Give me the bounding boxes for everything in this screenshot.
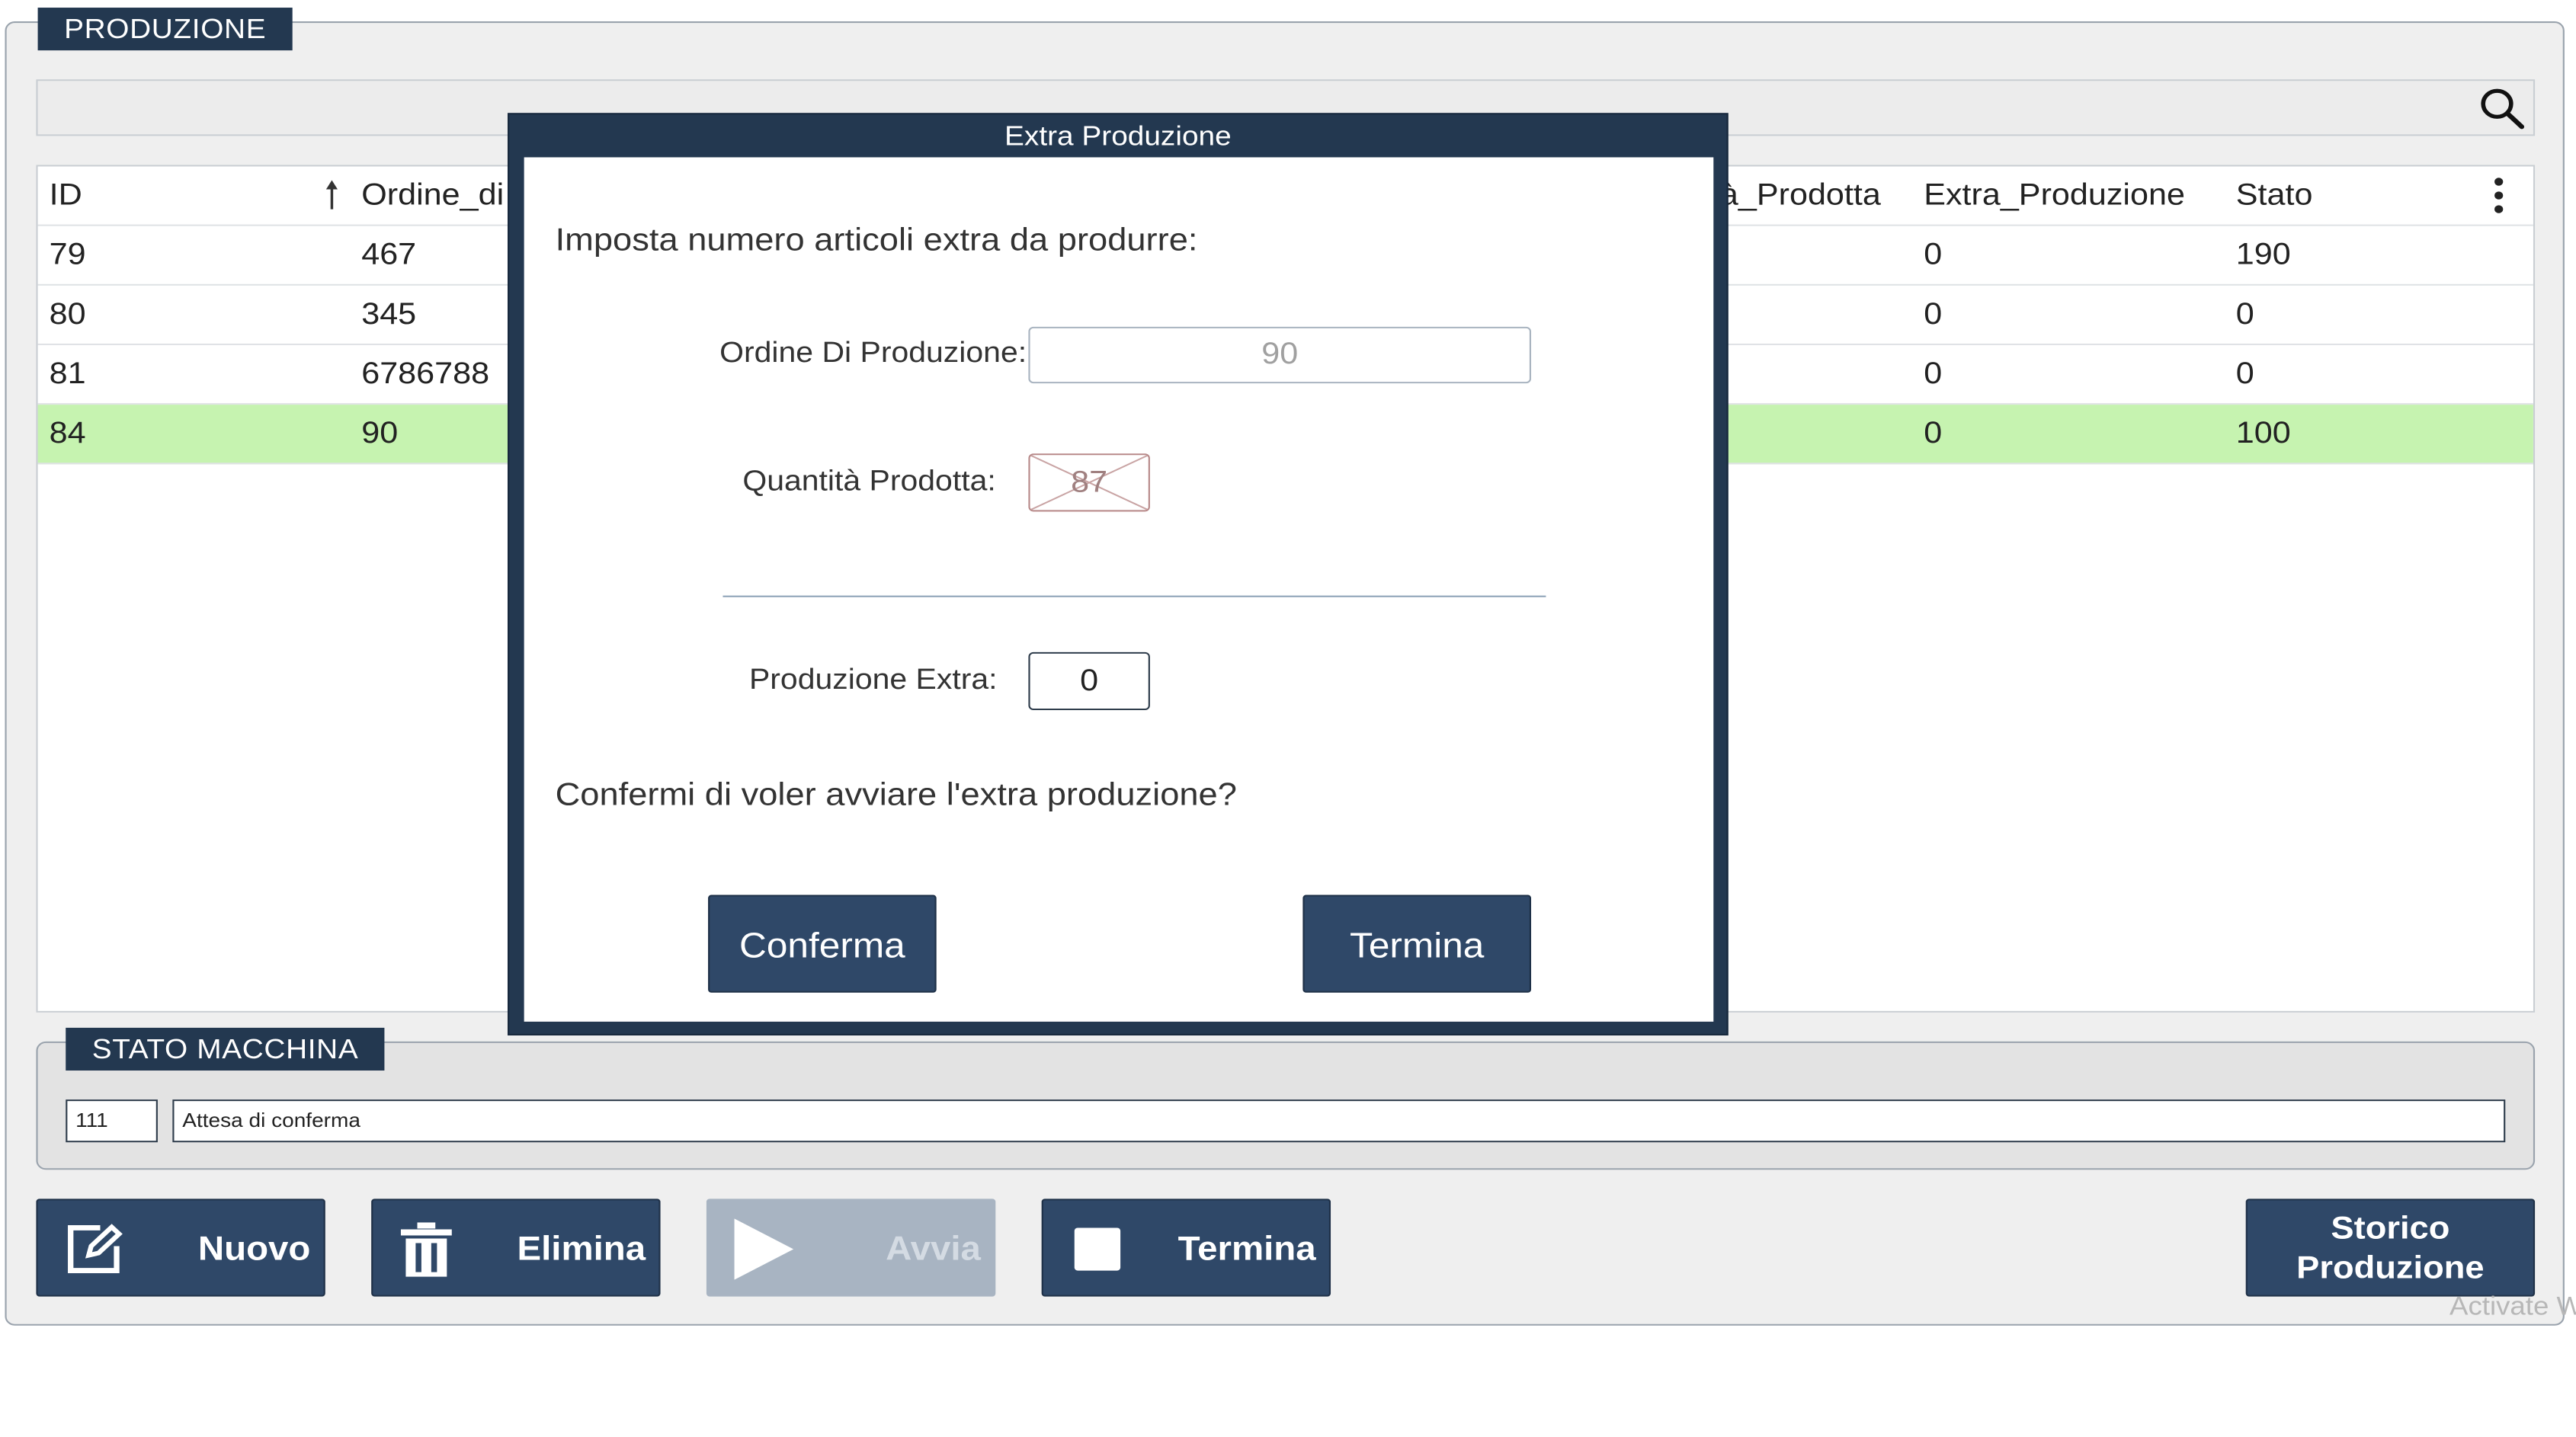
new-button[interactable]: Nuovo bbox=[36, 1199, 325, 1297]
machine-state-code: 111 bbox=[66, 1099, 158, 1143]
column-header-quantita-prodotta[interactable]: à_Prodotta bbox=[1720, 166, 1881, 224]
cell-ordine: 6786788 bbox=[361, 357, 490, 392]
cancel-button[interactable]: Termina bbox=[1302, 895, 1532, 993]
cell-extra: 0 bbox=[1924, 238, 1943, 272]
app-window: PRODUZIONE ID Ordine_di à_Prodotta Extra… bbox=[0, 0, 2576, 1437]
quantity-label: Quantità Prodotta: bbox=[742, 466, 996, 498]
confirm-button[interactable]: Conferma bbox=[708, 895, 937, 993]
history-button-label-line1: Storico bbox=[2331, 1211, 2450, 1247]
play-icon bbox=[734, 1218, 794, 1280]
start-button-label: Avvia bbox=[886, 1229, 981, 1268]
machine-state-description: Attesa di conferma bbox=[172, 1099, 2506, 1143]
column-header-ordine[interactable]: Ordine_di bbox=[361, 166, 504, 224]
cell-id: 84 bbox=[49, 417, 86, 451]
history-button[interactable]: Storico Produzione bbox=[2245, 1199, 2536, 1297]
extra-production-input[interactable]: 0 bbox=[1028, 651, 1150, 710]
search-icon[interactable] bbox=[2478, 85, 2527, 131]
activation-watermark: Activate W bbox=[2449, 1291, 2576, 1321]
stop-icon bbox=[1074, 1227, 1121, 1271]
stop-button[interactable]: Termina bbox=[1041, 1199, 1331, 1297]
cell-stato: 0 bbox=[2235, 297, 2254, 331]
order-field[interactable]: 90 bbox=[1028, 326, 1532, 384]
cell-extra: 0 bbox=[1924, 297, 1943, 331]
more-options-icon[interactable] bbox=[2489, 175, 2509, 215]
sort-ascending-icon[interactable] bbox=[324, 179, 341, 213]
cell-id: 81 bbox=[49, 357, 86, 392]
cell-stato: 0 bbox=[2235, 357, 2254, 392]
extra-production-label: Produzione Extra: bbox=[748, 664, 998, 696]
delete-button[interactable]: Elimina bbox=[371, 1199, 661, 1297]
dialog-divider bbox=[722, 595, 1546, 597]
cell-stato: 190 bbox=[2235, 238, 2291, 272]
cell-extra: 0 bbox=[1924, 417, 1943, 451]
cell-stato: 100 bbox=[2235, 417, 2291, 451]
column-header-id[interactable]: ID bbox=[50, 166, 82, 224]
dialog-question: Confermi di voler avviare l'extra produz… bbox=[555, 777, 1237, 813]
dialog-prompt: Imposta numero articoli extra da produrr… bbox=[555, 222, 1198, 258]
trash-icon bbox=[400, 1222, 452, 1277]
cell-ordine: 90 bbox=[361, 417, 399, 451]
cell-id: 79 bbox=[49, 238, 86, 272]
dialog-body: Imposta numero articoli extra da produrr… bbox=[524, 157, 1714, 1022]
order-label: Ordine Di Produzione: bbox=[719, 337, 1027, 370]
quantity-value: 87 bbox=[1071, 466, 1108, 500]
cell-extra: 0 bbox=[1924, 357, 1943, 392]
stop-button-label: Termina bbox=[1177, 1229, 1316, 1268]
extra-production-dialog: Extra Produzione Imposta numero articoli… bbox=[508, 113, 1729, 1035]
quantity-field: 87 bbox=[1028, 453, 1150, 512]
machine-state-title: STATO MACCHINA bbox=[66, 1027, 385, 1071]
cell-id: 80 bbox=[49, 297, 86, 331]
cell-ordine: 345 bbox=[361, 297, 417, 331]
edit-icon bbox=[68, 1224, 123, 1273]
new-button-label: Nuovo bbox=[197, 1229, 311, 1268]
delete-button-label: Elimina bbox=[517, 1229, 646, 1268]
start-button[interactable]: Avvia bbox=[706, 1199, 996, 1297]
history-button-label-line2: Produzione bbox=[2296, 1250, 2485, 1286]
dialog-title: Extra Produzione bbox=[1004, 120, 1232, 152]
column-header-stato[interactable]: Stato bbox=[2236, 166, 2313, 224]
production-section-title: PRODUZIONE bbox=[37, 8, 293, 51]
cell-ordine: 467 bbox=[361, 238, 417, 272]
column-header-extra-produzione[interactable]: Extra_Produzione bbox=[1924, 166, 2185, 224]
